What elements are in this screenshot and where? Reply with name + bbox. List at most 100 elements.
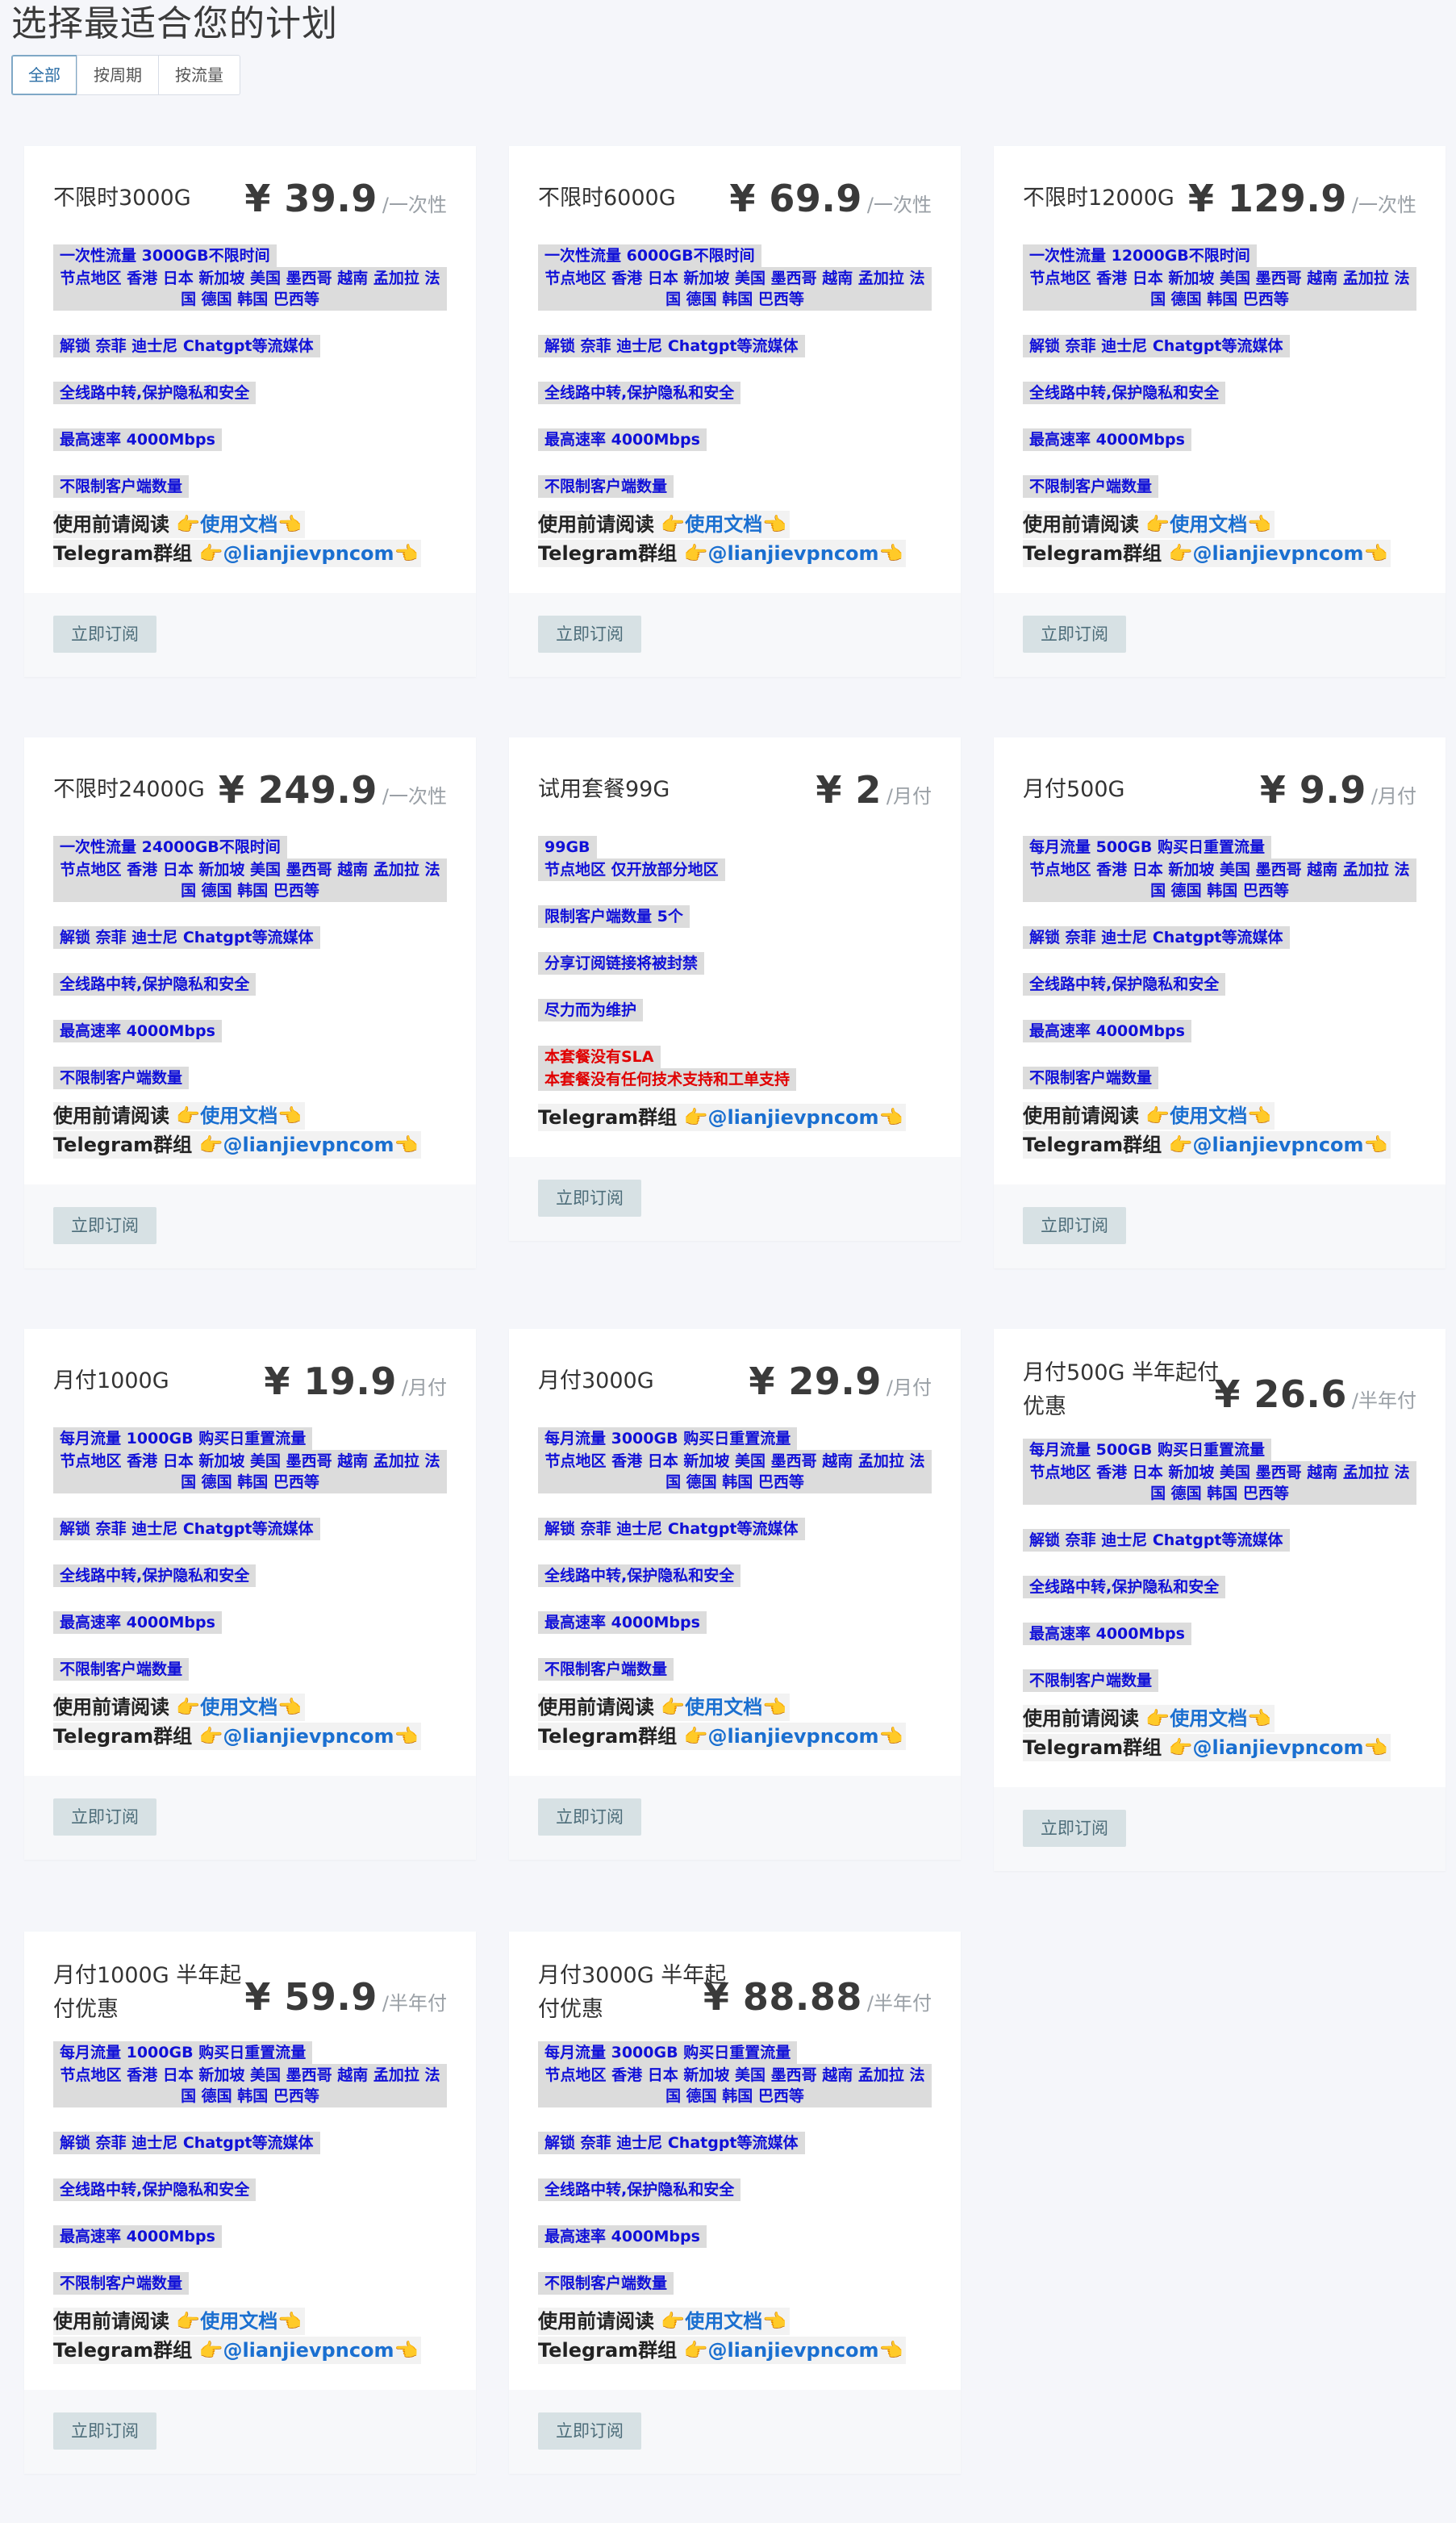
- plan-price: ¥ 2: [816, 768, 882, 812]
- plan-card: 不限时24000G ¥ 249.9/一次性 一次性流量 24000GB不限时间 …: [24, 737, 476, 1268]
- subscribe-button[interactable]: 立即订阅: [538, 2412, 641, 2450]
- subscribe-button[interactable]: 立即订阅: [1023, 1207, 1126, 1244]
- subscribe-button[interactable]: 立即订阅: [538, 1180, 641, 1217]
- docs-prefix: 使用前请阅读: [538, 513, 654, 536]
- plan-card-trial: 试用套餐99G ¥ 2/月付 99GB 节点地区 仅开放部分地区 限制客户端数量…: [509, 737, 961, 1241]
- tab-by-traffic[interactable]: 按流量: [158, 55, 240, 95]
- plan-card: 不限时12000G ¥ 129.9/一次性 一次性流量 12000GB不限时间 …: [994, 146, 1446, 677]
- docs-link[interactable]: 使用文档: [200, 1105, 277, 1127]
- feature-nodes: 节点地区 香港 日本 新加坡 美国 墨西哥 越南 孟加拉 法国 德国 韩国 巴西…: [1023, 1461, 1416, 1505]
- tab-by-period[interactable]: 按周期: [77, 55, 159, 95]
- docs-prefix: 使用前请阅读: [53, 1105, 169, 1127]
- telegram-link[interactable]: @lianjievpncom: [707, 1106, 878, 1129]
- point-left-icon: 👈: [762, 513, 787, 536]
- telegram-link[interactable]: @lianjievpncom: [707, 1725, 878, 1748]
- point-left-icon: 👈: [277, 513, 302, 536]
- docs-line: 使用前请阅读 👉使用文档👈: [538, 1694, 791, 1721]
- point-left-icon: 👈: [1363, 1134, 1388, 1156]
- plan-card: 月付500G ¥ 9.9/月付 每月流量 500GB 购买日重置流量 节点地区 …: [994, 737, 1446, 1268]
- plan-price: ¥ 9.9: [1259, 768, 1366, 812]
- subscribe-button[interactable]: 立即订阅: [53, 1798, 156, 1836]
- docs-link[interactable]: 使用文档: [685, 2310, 762, 2333]
- plan-name: 月付3000G: [538, 1368, 654, 1393]
- telegram-prefix: Telegram群组: [1023, 542, 1162, 565]
- feature-speed: 最高速率 4000Mbps: [1023, 1623, 1191, 1645]
- feature-traffic: 一次性流量 24000GB不限时间: [53, 836, 287, 858]
- plan-price: ¥ 39.9: [244, 177, 378, 220]
- docs-line: 使用前请阅读 👉使用文档👈: [538, 2308, 791, 2335]
- telegram-line: Telegram群组 👉@lianjievpncom👈: [538, 1723, 907, 1750]
- feature-traffic: 一次性流量 3000GB不限时间: [53, 244, 277, 267]
- plan-period: /一次性: [866, 194, 932, 216]
- feature-unlock: 解锁 奈菲 迪士尼 Chatgpt等流媒体: [538, 1518, 805, 1540]
- plan-period: /半年付: [866, 1992, 932, 2015]
- feature-relay: 全线路中转,保护隐私和安全: [53, 1564, 257, 1587]
- telegram-link[interactable]: @lianjievpncom: [1192, 1736, 1363, 1759]
- feature-unlock: 解锁 奈菲 迪士尼 Chatgpt等流媒体: [538, 2132, 805, 2154]
- subscribe-button[interactable]: 立即订阅: [53, 1207, 156, 1244]
- feature-clients: 不限制客户端数量: [53, 2272, 190, 2295]
- feature-traffic: 每月流量 3000GB 购买日重置流量: [538, 2041, 798, 2064]
- point-left-icon: 👈: [1247, 1707, 1272, 1730]
- telegram-link[interactable]: @lianjievpncom: [1192, 542, 1363, 565]
- point-right-icon: 👉: [198, 542, 223, 565]
- feature-no-support: 本套餐没有任何技术支持和工单支持: [538, 1068, 797, 1091]
- feature-traffic: 每月流量 500GB 购买日重置流量: [1023, 836, 1271, 858]
- docs-line: 使用前请阅读 👉使用文档👈: [53, 511, 306, 538]
- telegram-prefix: Telegram群组: [538, 542, 678, 565]
- telegram-link[interactable]: @lianjievpncom: [707, 2339, 878, 2362]
- point-left-icon: 👈: [878, 2339, 903, 2362]
- feature-relay: 全线路中转,保护隐私和安全: [1023, 382, 1226, 404]
- subscribe-button[interactable]: 立即订阅: [53, 616, 156, 653]
- feature-traffic: 一次性流量 12000GB不限时间: [1023, 244, 1257, 267]
- plan-name: 月付1000G 半年起付优惠: [53, 1963, 242, 2022]
- telegram-link[interactable]: @lianjievpncom: [223, 1725, 394, 1748]
- feature-nodes: 节点地区 仅开放部分地区: [538, 858, 725, 881]
- docs-link[interactable]: 使用文档: [200, 1696, 277, 1719]
- docs-prefix: 使用前请阅读: [538, 2310, 654, 2333]
- tab-all[interactable]: 全部: [11, 55, 77, 95]
- telegram-link[interactable]: @lianjievpncom: [707, 542, 878, 565]
- feature-speed: 最高速率 4000Mbps: [53, 428, 222, 451]
- subscribe-button[interactable]: 立即订阅: [1023, 616, 1126, 653]
- feature-nodes: 节点地区 香港 日本 新加坡 美国 墨西哥 越南 孟加拉 法国 德国 韩国 巴西…: [538, 267, 932, 311]
- plan-period: /一次性: [382, 785, 447, 808]
- docs-link[interactable]: 使用文档: [200, 513, 277, 536]
- feature-speed: 最高速率 4000Mbps: [53, 1020, 222, 1042]
- point-right-icon: 👉: [661, 513, 686, 536]
- point-left-icon: 👈: [394, 1725, 419, 1748]
- plan-period: /月付: [1370, 785, 1416, 808]
- docs-link[interactable]: 使用文档: [200, 2310, 277, 2333]
- point-left-icon: 👈: [277, 2310, 302, 2333]
- subscribe-button[interactable]: 立即订阅: [538, 616, 641, 653]
- point-right-icon: 👉: [198, 2339, 223, 2362]
- subscribe-button[interactable]: 立即订阅: [538, 1798, 641, 1836]
- feature-clients: 不限制客户端数量: [538, 475, 674, 498]
- point-right-icon: 👉: [1145, 513, 1170, 536]
- telegram-link[interactable]: @lianjievpncom: [223, 542, 394, 565]
- telegram-line: Telegram群组 👉@lianjievpncom👈: [1023, 1131, 1391, 1159]
- docs-prefix: 使用前请阅读: [1023, 1707, 1139, 1730]
- docs-link[interactable]: 使用文档: [685, 513, 762, 536]
- plans-page: 选择最适合您的计划 全部 按周期 按流量 不限时3000G ¥ 39.9/一次性…: [0, 0, 1456, 2523]
- point-right-icon: 👉: [683, 1725, 708, 1748]
- docs-link[interactable]: 使用文档: [1170, 1707, 1247, 1730]
- telegram-link[interactable]: @lianjievpncom: [223, 1134, 394, 1156]
- docs-prefix: 使用前请阅读: [1023, 1105, 1139, 1127]
- point-left-icon: 👈: [878, 542, 903, 565]
- point-right-icon: 👉: [198, 1725, 223, 1748]
- subscribe-button[interactable]: 立即订阅: [1023, 1810, 1126, 1847]
- telegram-link[interactable]: @lianjievpncom: [223, 2339, 394, 2362]
- point-right-icon: 👉: [661, 1696, 686, 1719]
- docs-link[interactable]: 使用文档: [1170, 1105, 1247, 1127]
- subscribe-button[interactable]: 立即订阅: [53, 2412, 156, 2450]
- point-left-icon: 👈: [394, 2339, 419, 2362]
- telegram-link[interactable]: @lianjievpncom: [1192, 1134, 1363, 1156]
- plan-price: ¥ 88.88: [703, 1975, 862, 2019]
- feature-nodes: 节点地区 香港 日本 新加坡 美国 墨西哥 越南 孟加拉 法国 德国 韩国 巴西…: [53, 858, 447, 902]
- docs-link[interactable]: 使用文档: [685, 1696, 762, 1719]
- docs-link[interactable]: 使用文档: [1170, 513, 1247, 536]
- feature-nodes: 节点地区 香港 日本 新加坡 美国 墨西哥 越南 孟加拉 法国 德国 韩国 巴西…: [53, 2064, 447, 2107]
- feature-speed: 最高速率 4000Mbps: [538, 2225, 707, 2248]
- plan-price: ¥ 29.9: [749, 1360, 882, 1403]
